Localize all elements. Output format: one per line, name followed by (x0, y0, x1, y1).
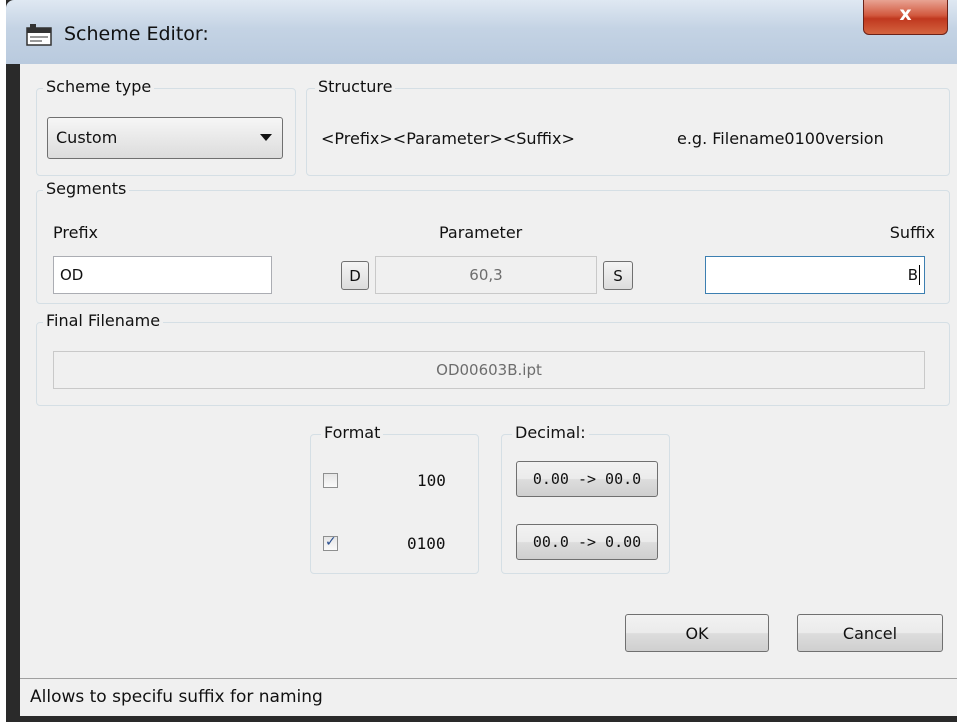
prefix-value: OD (60, 266, 84, 284)
structure-legend: Structure (315, 77, 396, 96)
s-button[interactable]: S (603, 261, 633, 290)
prefix-input[interactable]: OD (53, 256, 272, 294)
structure-group: Structure <Prefix><Parameter><Suffix> e.… (306, 77, 950, 176)
scheme-type-legend: Scheme type (43, 77, 155, 96)
final-filename-value: OD00603B.ipt (436, 361, 542, 379)
decimal-shift-left-button[interactable]: 00.0 -> 0.00 (516, 524, 658, 560)
text-cursor (919, 265, 920, 285)
segments-legend: Segments (43, 179, 130, 198)
final-filename-field: OD00603B.ipt (53, 351, 925, 389)
suffix-input[interactable]: B (705, 256, 925, 294)
decimal-shift-right-button[interactable]: 0.00 -> 00.0 (516, 461, 658, 497)
title-bar[interactable]: Scheme Editor: x (6, 0, 957, 64)
format-0100-label: 0100 (407, 534, 446, 553)
window-title: Scheme Editor: (64, 23, 209, 45)
scheme-type-group: Scheme type Custom (36, 77, 296, 176)
check-icon: ✓ (325, 534, 337, 550)
s-button-label: S (613, 267, 623, 285)
format-group: Format 100 ✓ 0100 (310, 423, 479, 574)
format-legend: Format (321, 423, 384, 442)
format-0100-checkbox[interactable]: ✓ (323, 534, 338, 551)
final-filename-group: Final Filename OD00603B.ipt (36, 311, 950, 406)
final-filename-legend: Final Filename (43, 311, 164, 330)
scheme-type-dropdown[interactable]: Custom (47, 117, 283, 159)
decimal-legend: Decimal: (512, 423, 589, 442)
d-button-label: D (349, 267, 361, 285)
parameter-input[interactable]: 60,3 (375, 256, 597, 294)
dialog-body: Scheme type Custom Structure <Prefix><Pa… (20, 64, 957, 678)
format-100-label: 100 (417, 471, 446, 490)
structure-pattern: <Prefix><Parameter><Suffix> (321, 129, 575, 148)
cancel-button[interactable]: Cancel (797, 614, 943, 652)
segments-group: Segments Prefix Parameter Suffix OD D 60… (36, 179, 950, 304)
status-bar: Allows to specifu suffix for naming (20, 678, 957, 716)
structure-example: e.g. Filename0100version (677, 129, 884, 148)
scheme-type-selected: Custom (56, 128, 118, 147)
decimal-button-2-label: 00.0 -> 0.00 (532, 533, 642, 551)
chevron-down-icon (260, 134, 272, 141)
prefix-label: Prefix (53, 223, 98, 242)
decimal-button-1-label: 0.00 -> 00.0 (532, 470, 642, 488)
cancel-button-label: Cancel (842, 624, 898, 643)
window-icon (26, 24, 52, 46)
close-icon: x (899, 3, 912, 25)
suffix-label: Suffix (889, 223, 935, 242)
ok-button-label: OK (685, 624, 709, 643)
scheme-editor-window: Scheme Editor: x Scheme type Custom Stru… (6, 0, 957, 722)
close-button[interactable]: x (863, 0, 948, 35)
decimal-group: Decimal: 0.00 -> 00.0 00.0 -> 0.00 (501, 423, 670, 574)
d-button[interactable]: D (341, 261, 369, 290)
status-text: Allows to specifu suffix for naming (30, 687, 323, 707)
ok-button[interactable]: OK (625, 614, 769, 652)
suffix-value: B (907, 266, 918, 284)
format-100-checkbox[interactable] (323, 473, 338, 488)
parameter-value: 60,3 (469, 266, 503, 284)
parameter-label: Parameter (439, 223, 523, 242)
